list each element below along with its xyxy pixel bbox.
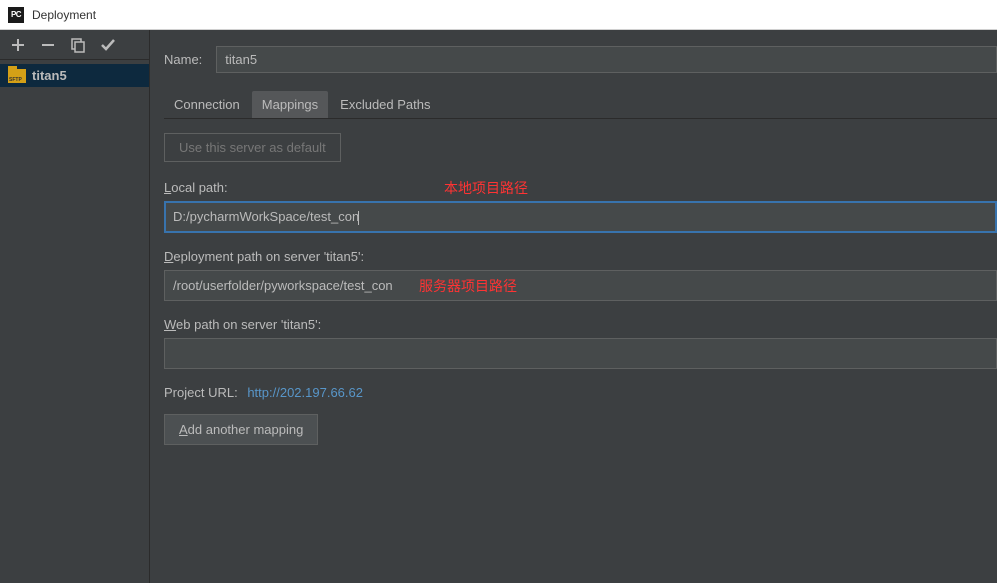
project-url-row: Project URL: http://202.197.66.62 (164, 385, 997, 400)
main-area: titan5 Name: Connection Mappings Exclude… (0, 30, 997, 583)
sftp-icon (8, 69, 26, 83)
check-icon[interactable] (100, 37, 116, 53)
tabs: Connection Mappings Excluded Paths (164, 91, 997, 119)
sidebar-toolbar (0, 30, 149, 60)
project-url-label: Project URL: (164, 385, 238, 400)
deploy-path-input[interactable] (164, 270, 997, 301)
deploy-path-label: Deployment path on server 'titan5': (164, 249, 997, 264)
server-list: titan5 (0, 60, 149, 583)
deploy-path-group: Deployment path on server 'titan5': 服务器项… (164, 249, 997, 301)
app-icon: PC (8, 7, 24, 23)
name-input[interactable] (216, 46, 997, 73)
local-path-group: 本地项目路径 Local path: D:/pycharmWorkSpace/t… (164, 180, 997, 233)
add-mapping-button[interactable]: Add another mapping (164, 414, 318, 445)
use-as-default-button: Use this server as default (164, 133, 341, 162)
server-item-titan5[interactable]: titan5 (0, 64, 149, 87)
tab-excluded-paths[interactable]: Excluded Paths (330, 91, 440, 118)
copy-icon[interactable] (70, 37, 86, 53)
web-path-group: Web path on server 'titan5': (164, 317, 997, 369)
local-path-label: Local path: (164, 180, 997, 195)
sidebar: titan5 (0, 30, 150, 583)
content-panel: Name: Connection Mappings Excluded Paths… (150, 30, 997, 583)
local-path-input[interactable]: D:/pycharmWorkSpace/test_con (164, 201, 997, 233)
name-row: Name: (164, 46, 997, 73)
name-label: Name: (164, 52, 202, 67)
project-url-link[interactable]: http://202.197.66.62 (247, 385, 363, 400)
web-path-input[interactable] (164, 338, 997, 369)
remove-icon[interactable] (40, 37, 56, 53)
tab-mappings[interactable]: Mappings (252, 91, 328, 118)
tab-connection[interactable]: Connection (164, 91, 250, 118)
title-bar: PC Deployment (0, 0, 997, 30)
add-icon[interactable] (10, 37, 26, 53)
window-title: Deployment (32, 8, 96, 22)
server-label: titan5 (32, 68, 67, 83)
web-path-label: Web path on server 'titan5': (164, 317, 997, 332)
